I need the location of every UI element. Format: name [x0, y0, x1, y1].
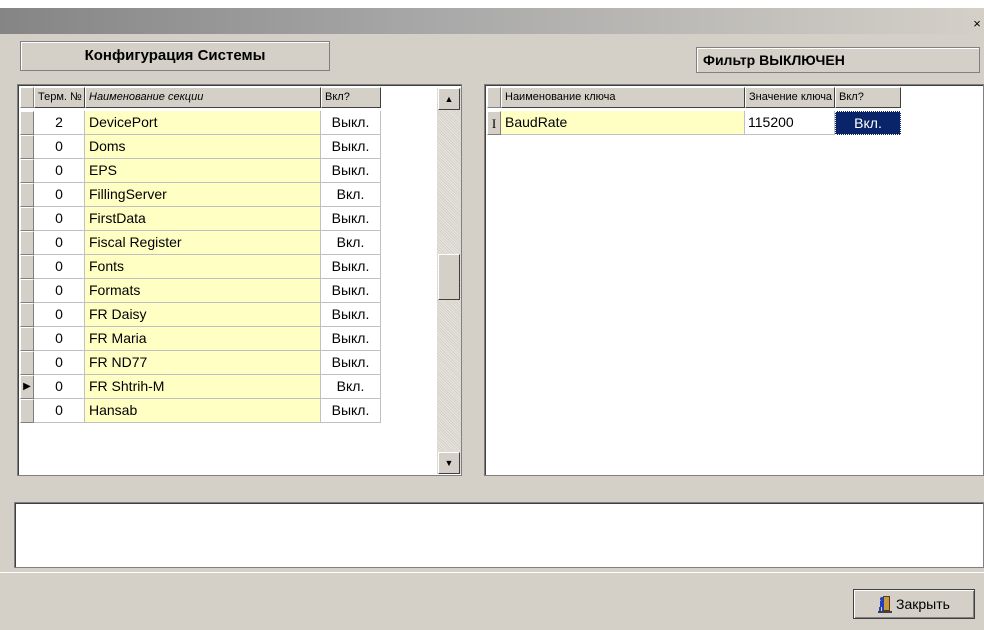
- term-cell[interactable]: 0: [34, 375, 85, 399]
- filter-status: Фильтр ВЫКЛЮЧЕН: [696, 47, 980, 73]
- close-icon[interactable]: ×: [970, 16, 984, 32]
- key-enabled-cell[interactable]: Вкл.: [835, 111, 901, 135]
- section-enabled-cell[interactable]: Вкл.: [321, 183, 381, 207]
- term-cell[interactable]: 0: [34, 183, 85, 207]
- column-header-key-name[interactable]: Наименование ключа: [501, 87, 745, 108]
- keys-grid[interactable]: Наименование ключа Значение ключа Вкл? I…: [484, 84, 984, 476]
- section-name-cell[interactable]: Doms: [85, 135, 321, 159]
- term-cell[interactable]: 0: [34, 231, 85, 255]
- column-header-enabled[interactable]: Вкл?: [321, 87, 381, 108]
- row-indicator[interactable]: [20, 399, 34, 423]
- section-name-cell[interactable]: FR Daisy: [85, 303, 321, 327]
- section-name-cell[interactable]: FR Shtrih-M: [85, 375, 321, 399]
- close-button[interactable]: Закрыть: [853, 589, 975, 619]
- term-cell[interactable]: 0: [34, 255, 85, 279]
- term-cell[interactable]: 0: [34, 399, 85, 423]
- section-enabled-cell[interactable]: Выкл.: [321, 207, 381, 231]
- section-enabled-cell[interactable]: Выкл.: [321, 111, 381, 135]
- section-name-cell[interactable]: FirstData: [85, 207, 321, 231]
- section-enabled-cell[interactable]: Вкл.: [321, 375, 381, 399]
- door-exit-icon: [878, 594, 893, 613]
- column-header-section[interactable]: Наименование секции: [85, 87, 321, 108]
- panel-title: Конфигурация Системы: [20, 41, 330, 71]
- term-cell[interactable]: 0: [34, 351, 85, 375]
- horizontal-splitter[interactable]: [0, 478, 984, 500]
- row-indicator[interactable]: [20, 279, 34, 303]
- section-name-cell[interactable]: FR ND77: [85, 351, 321, 375]
- section-enabled-cell[interactable]: Вкл.: [321, 231, 381, 255]
- section-name-cell[interactable]: Fiscal Register: [85, 231, 321, 255]
- close-button-label: Закрыть: [896, 596, 950, 612]
- term-cell[interactable]: 2: [34, 111, 85, 135]
- edit-cursor-indicator: I: [487, 111, 501, 135]
- term-cell[interactable]: 0: [34, 327, 85, 351]
- row-indicator[interactable]: [20, 303, 34, 327]
- row-indicator[interactable]: [20, 207, 34, 231]
- key-name-cell[interactable]: BaudRate: [501, 111, 745, 135]
- section-name-cell[interactable]: Fonts: [85, 255, 321, 279]
- key-value-cell[interactable]: 115200: [745, 111, 835, 135]
- sections-grid[interactable]: Терм. № Наименование секции Вкл? 2 Device…: [17, 84, 462, 476]
- titlebar-top-strip: [0, 0, 984, 8]
- section-name-cell[interactable]: FillingServer: [85, 183, 321, 207]
- row-indicator[interactable]: [20, 111, 34, 135]
- term-cell[interactable]: 0: [34, 207, 85, 231]
- row-indicator[interactable]: [20, 231, 34, 255]
- section-name-cell[interactable]: Formats: [85, 279, 321, 303]
- row-indicator[interactable]: [20, 327, 34, 351]
- term-cell[interactable]: 0: [34, 159, 85, 183]
- row-indicator[interactable]: [20, 159, 34, 183]
- row-indicator[interactable]: [20, 183, 34, 207]
- description-memo[interactable]: [14, 502, 984, 568]
- term-cell[interactable]: 0: [34, 303, 85, 327]
- current-row-arrow-icon[interactable]: ▶: [20, 375, 34, 399]
- column-header-term[interactable]: Терм. №: [34, 87, 85, 108]
- scroll-thumb[interactable]: [438, 254, 460, 300]
- section-name-cell[interactable]: DevicePort: [85, 111, 321, 135]
- panel-divider[interactable]: [462, 84, 484, 478]
- row-indicator[interactable]: [20, 135, 34, 159]
- row-indicator[interactable]: [20, 255, 34, 279]
- term-cell[interactable]: 0: [34, 279, 85, 303]
- section-enabled-cell[interactable]: Выкл.: [321, 159, 381, 183]
- section-name-cell[interactable]: FR Maria: [85, 327, 321, 351]
- section-enabled-cell[interactable]: Выкл.: [321, 327, 381, 351]
- row-indicator[interactable]: [20, 351, 34, 375]
- section-name-cell[interactable]: EPS: [85, 159, 321, 183]
- column-header-key-value[interactable]: Значение ключа: [745, 87, 835, 108]
- keys-header-indicator: [487, 87, 501, 108]
- column-header-key-enabled[interactable]: Вкл?: [835, 87, 901, 108]
- window-titlebar: [0, 0, 984, 34]
- grid-header-indicator: [20, 87, 34, 108]
- section-enabled-cell[interactable]: Выкл.: [321, 135, 381, 159]
- bottom-toolbar: [0, 572, 984, 630]
- section-enabled-cell[interactable]: Выкл.: [321, 303, 381, 327]
- section-name-cell[interactable]: Hansab: [85, 399, 321, 423]
- section-enabled-cell[interactable]: Выкл.: [321, 255, 381, 279]
- section-enabled-cell[interactable]: Выкл.: [321, 399, 381, 423]
- section-enabled-cell[interactable]: Выкл.: [321, 351, 381, 375]
- term-cell[interactable]: 0: [34, 135, 85, 159]
- scroll-up-arrow-icon[interactable]: ▲: [438, 88, 460, 110]
- section-enabled-cell[interactable]: Выкл.: [321, 279, 381, 303]
- scroll-down-arrow-icon[interactable]: ▼: [438, 452, 460, 474]
